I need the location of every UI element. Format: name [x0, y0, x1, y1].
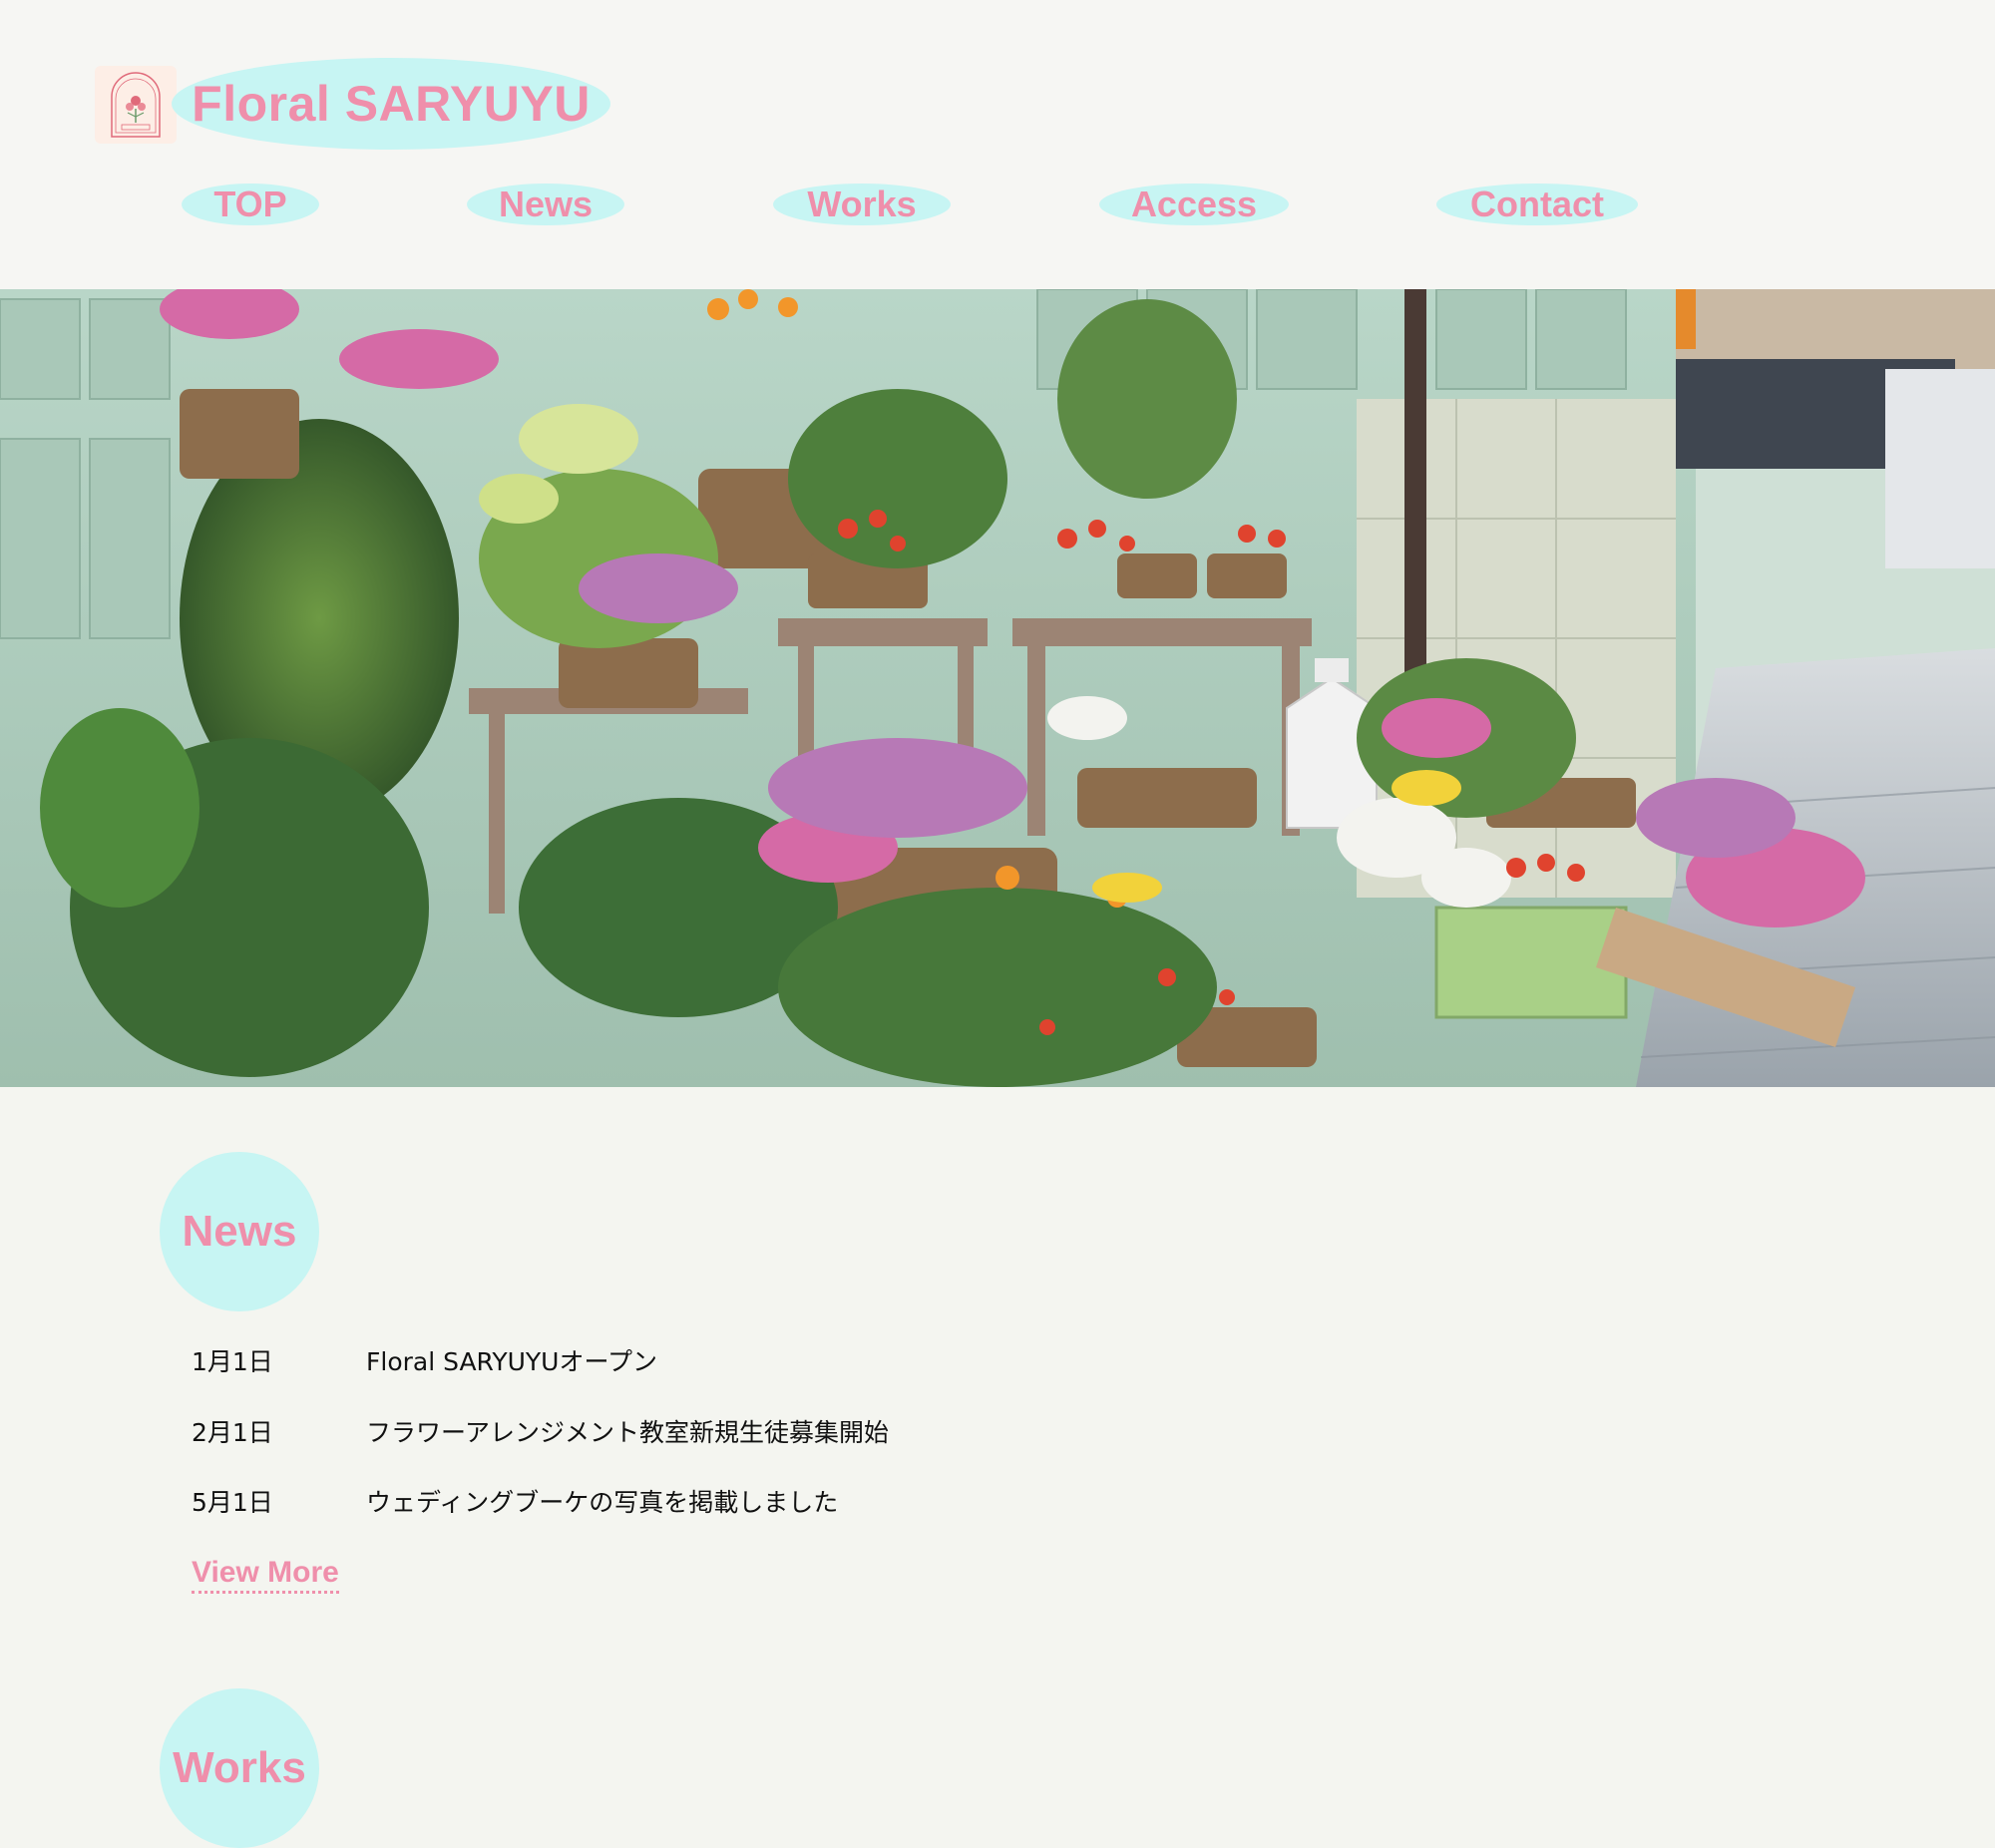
news-item[interactable]: 1月1日 Floral SARYUYUオープン — [192, 1343, 657, 1377]
site-header: Floral SARYUYU TOP News Works Access Con… — [0, 0, 1995, 289]
news-item[interactable]: 5月1日 ウェディングブーケの写真を掲載しました — [192, 1484, 838, 1518]
news-heading: News — [160, 1152, 319, 1311]
news-date: 5月1日 — [192, 1488, 273, 1517]
hero-image — [0, 289, 1995, 1087]
nav-item-works[interactable]: Works — [773, 184, 951, 225]
nav-item-top[interactable]: TOP — [182, 184, 319, 225]
flower-shop-photo-icon — [0, 289, 1995, 1087]
logo-icon[interactable] — [95, 66, 177, 144]
works-heading: Works — [160, 1688, 319, 1848]
nav-item-contact[interactable]: Contact — [1436, 184, 1638, 225]
news-date: 2月1日 — [192, 1418, 273, 1447]
news-text: Floral SARYUYUオープン — [366, 1347, 657, 1376]
site-title[interactable]: Floral SARYUYU — [172, 58, 610, 150]
news-text: フラワーアレンジメント教室新規生徒募集開始 — [366, 1418, 890, 1447]
nav-item-news[interactable]: News — [467, 184, 624, 225]
news-date: 1月1日 — [192, 1347, 273, 1376]
news-text: ウェディングブーケの写真を掲載しました — [366, 1488, 839, 1517]
nav-item-access[interactable]: Access — [1099, 184, 1289, 225]
news-item[interactable]: 2月1日 フラワーアレンジメント教室新規生徒募集開始 — [192, 1414, 889, 1448]
view-more-link[interactable]: View More — [192, 1556, 339, 1594]
